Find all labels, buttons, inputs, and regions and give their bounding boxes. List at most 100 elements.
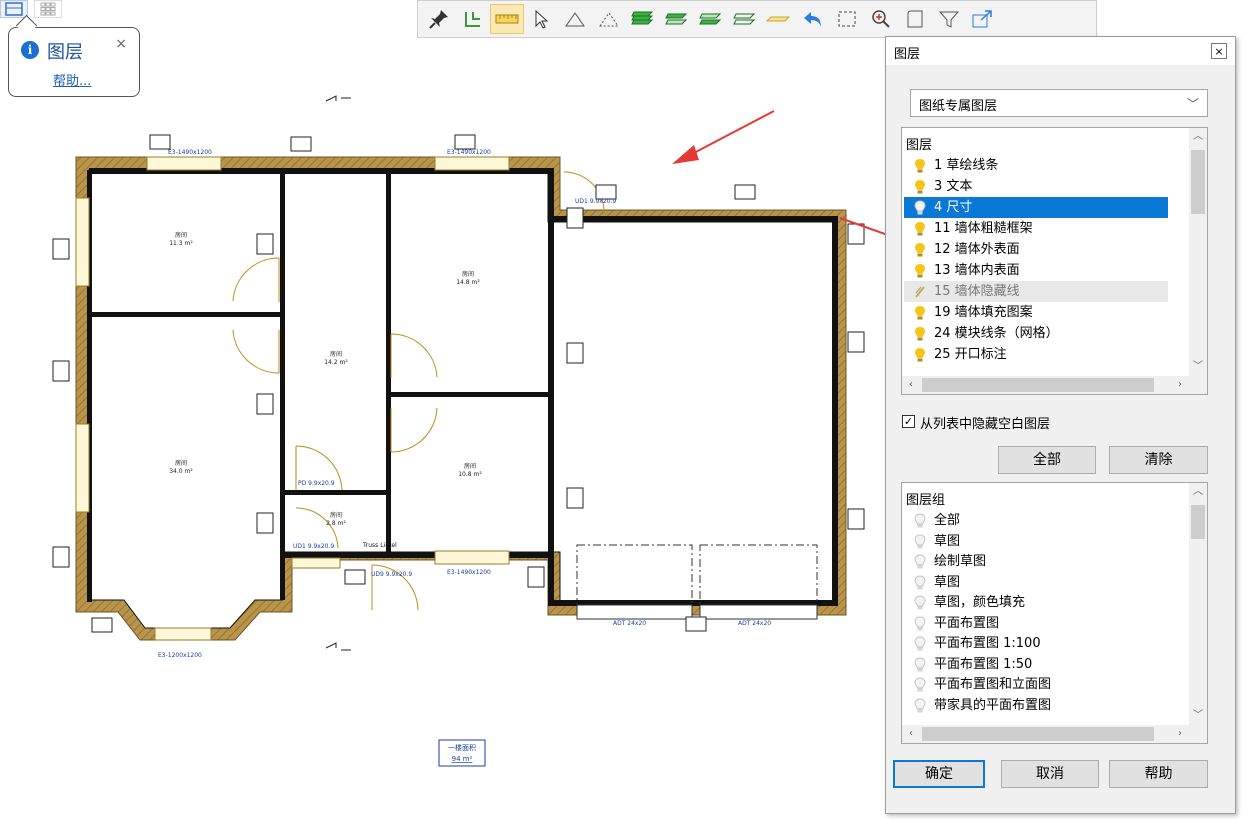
layer-item[interactable]: 4 尺寸: [904, 197, 1168, 218]
scroll-thumb[interactable]: [1191, 505, 1205, 539]
cancel-button[interactable]: 取消: [1001, 760, 1099, 788]
lightbulb-off-icon[interactable]: [914, 533, 926, 550]
scroll-left-icon[interactable]: ‹: [902, 376, 920, 394]
groups-vscrollbar[interactable]: ︿ ﹀: [1189, 483, 1207, 725]
lightbulb-off-icon[interactable]: [914, 656, 926, 673]
layer-item[interactable]: 24 模块线条（网格）: [904, 323, 1168, 344]
scroll-down-icon[interactable]: ﹀: [1189, 358, 1207, 376]
lightbulb-on-icon[interactable]: [914, 305, 926, 321]
layer-item-label: 1 草绘线条: [934, 158, 999, 173]
layer-hidden-icon[interactable]: [914, 284, 926, 300]
scroll-thumb[interactable]: [922, 378, 1154, 392]
layer-set-dropdown[interactable]: 图纸专属图层 ﹀: [910, 89, 1208, 117]
layers-vscrollbar[interactable]: ︿ ﹀: [1189, 128, 1207, 376]
lightbulb-on-icon[interactable]: [914, 179, 926, 195]
triangle-dashed-icon[interactable]: [592, 4, 626, 34]
eraser-icon[interactable]: [762, 4, 796, 34]
layer-group-label: 全部: [934, 513, 961, 528]
layer-group-item[interactable]: 平面布置图 1:100: [904, 633, 1168, 654]
lightbulb-on-icon[interactable]: [914, 242, 926, 258]
room-area: 2.8 m²: [326, 520, 346, 527]
grid-view-icon[interactable]: [34, 0, 62, 18]
lightbulb-off-icon[interactable]: [914, 200, 926, 216]
lightbulb-on-icon[interactable]: [914, 158, 926, 174]
zoom-in-icon[interactable]: [864, 4, 898, 34]
layer-dialog: 图层 × 图纸专属图层 ﹀ 图层 1 草绘线条 3 文本 4 尺寸 11 墙体粗糙框架…: [885, 36, 1236, 814]
page-icon[interactable]: [898, 4, 932, 34]
layer-group-item[interactable]: 草图: [904, 572, 1168, 593]
area-box-value: 94 m²: [452, 755, 473, 763]
ruler-icon[interactable]: [490, 4, 524, 34]
layer-group-item[interactable]: 平面布置图 1:50: [904, 654, 1168, 675]
floor-plan: 房间 11.3 m² 房间 14.8 m² 房间 14.2 m² 房间 34.0…: [52, 95, 865, 767]
lightbulb-off-icon[interactable]: [914, 677, 926, 693]
lightbulb-on-icon[interactable]: [914, 221, 926, 237]
lintel-label: Truss Lintel: [362, 542, 397, 549]
floor-plan-canvas[interactable]: 房间 11.3 m² 房间 14.8 m² 房间 14.2 m² 房间 34.0…: [0, 40, 928, 821]
toolbar: [417, 0, 1097, 38]
layer-group-item[interactable]: 绘制草图: [904, 551, 1168, 572]
select-arrow-icon[interactable]: [524, 4, 558, 34]
lightbulb-off-icon[interactable]: [914, 513, 926, 529]
layer-item[interactable]: 25 开口标注: [904, 344, 1168, 365]
layer-item[interactable]: 11 墙体粗糙框架: [904, 218, 1168, 239]
scroll-right-icon[interactable]: ›: [1171, 725, 1189, 743]
close-icon[interactable]: ×: [1211, 43, 1227, 59]
layer-item[interactable]: 13 墙体内表面: [904, 260, 1168, 281]
scroll-left-icon[interactable]: ‹: [902, 725, 920, 743]
layer-stack-green-2-icon[interactable]: [660, 4, 694, 34]
lightbulb-on-icon[interactable]: [914, 326, 926, 342]
layer-item[interactable]: 1 草绘线条: [904, 155, 1168, 176]
all-button[interactable]: 全部: [998, 446, 1096, 474]
export-icon[interactable]: [966, 4, 1000, 34]
zoom-frame-icon[interactable]: [830, 4, 864, 34]
layer-group-item[interactable]: 草图: [904, 531, 1168, 552]
scroll-thumb[interactable]: [922, 727, 1154, 741]
undo-icon[interactable]: [796, 4, 830, 34]
layers-header: 图层: [906, 138, 933, 153]
layers-list[interactable]: 图层 1 草绘线条 3 文本 4 尺寸 11 墙体粗糙框架 12 墙体外表面 13 墙体内…: [901, 127, 1208, 395]
lightbulb-on-icon[interactable]: [914, 347, 926, 363]
scroll-right-icon[interactable]: ›: [1171, 376, 1189, 394]
lightbulb-off-icon[interactable]: [914, 615, 926, 632]
layer-groups-list[interactable]: 图层组 全部 草图 绘制草图 草图 草图，颜色填充 平面布置图 平面布置图 1:100 平面布…: [901, 482, 1208, 744]
scroll-up-icon[interactable]: ︿: [1189, 128, 1207, 146]
help-button[interactable]: 帮助: [1109, 760, 1208, 788]
layer-item-label: 12 墙体外表面: [934, 242, 1020, 257]
layer-outline-icon[interactable]: [728, 4, 762, 34]
lightbulb-off-icon[interactable]: [914, 554, 926, 570]
scroll-down-icon[interactable]: ﹀: [1189, 707, 1207, 725]
layer-group-item[interactable]: 平面布置图: [904, 613, 1168, 634]
ok-button[interactable]: 确定: [893, 760, 985, 788]
layer-item[interactable]: 3 文本: [904, 176, 1168, 197]
room-name: 房间: [175, 231, 187, 239]
scroll-up-icon[interactable]: ︿: [1189, 483, 1207, 501]
layer-item[interactable]: 19 墙体填充图案: [904, 302, 1168, 323]
layer-item[interactable]: 15 墙体隐藏线: [904, 281, 1168, 302]
layer-item[interactable]: 12 墙体外表面: [904, 239, 1168, 260]
layer-group-item[interactable]: 带家具的平面布置图: [904, 695, 1168, 716]
triangle-icon[interactable]: [558, 4, 592, 34]
snap-icon[interactable]: [456, 4, 490, 34]
filter-icon[interactable]: [932, 4, 966, 34]
layer-group-item[interactable]: 草图，颜色填充: [904, 592, 1168, 613]
layer-group-item[interactable]: 平面布置图和立面图: [904, 674, 1168, 695]
layer-group-label: 平面布置图 1:100: [934, 636, 1041, 651]
scroll-thumb[interactable]: [1191, 150, 1205, 214]
lightbulb-off-icon[interactable]: [914, 574, 926, 591]
lightbulb-off-icon[interactable]: [914, 697, 926, 714]
lightbulb-on-icon[interactable]: [914, 263, 926, 279]
floorplan-view-icon[interactable]: [0, 0, 28, 18]
groups-hscrollbar[interactable]: ‹ ›: [902, 725, 1189, 743]
layers-hscrollbar[interactable]: ‹ ›: [902, 376, 1189, 394]
lightbulb-off-icon[interactable]: [914, 595, 926, 611]
door-label: PD 9.9x20.9: [298, 480, 335, 487]
lightbulb-off-icon[interactable]: [914, 636, 926, 652]
layer-group-item[interactable]: 全部: [904, 510, 1168, 531]
layer-item-label: 13 墙体内表面: [934, 263, 1020, 278]
layer-stack-green-3-icon[interactable]: [694, 4, 728, 34]
pin-icon[interactable]: [422, 4, 456, 34]
checkbox-icon[interactable]: ✓: [902, 415, 915, 428]
layer-stack-green-icon[interactable]: [626, 4, 660, 34]
clear-button[interactable]: 清除: [1109, 446, 1208, 474]
